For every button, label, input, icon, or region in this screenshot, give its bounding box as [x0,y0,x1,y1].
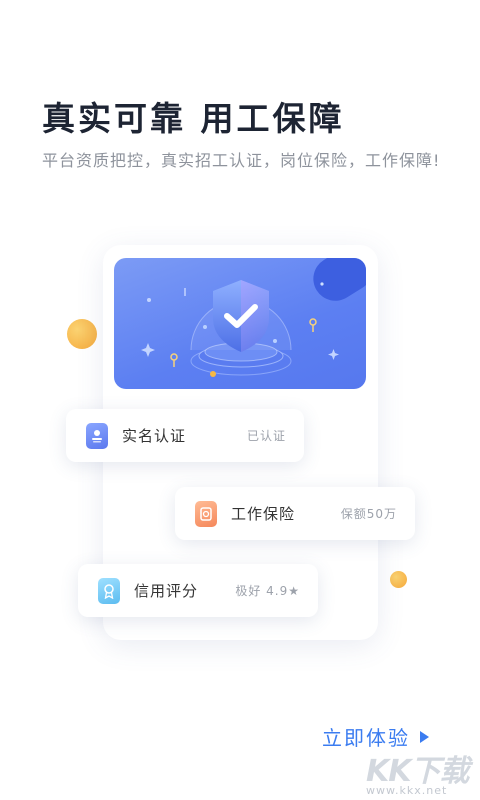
card-work-insurance[interactable]: 工作保险 保额50万 [175,487,415,540]
credit-badge-icon [98,577,120,604]
card-label: 工作保险 [231,505,296,523]
insurance-doc-icon [195,500,217,527]
card-credit-score[interactable]: 信用评分 极好 4.9★ [78,564,318,617]
watermark-url: www.kkx.net [366,784,448,797]
play-arrow-icon [420,730,429,743]
security-banner [114,258,366,389]
page-title: 真实可靠 用工保障 [42,99,345,138]
watermark: KK下载 www.kkx.net [366,746,478,800]
card-value: 保额50万 [340,507,397,521]
id-card-icon [86,422,108,449]
decor-dot-right [390,571,407,588]
card-label: 实名认证 [122,427,187,445]
card-real-name[interactable]: 实名认证 已认证 [66,409,304,462]
shield-check-icon [141,258,366,377]
decor-dot-large [67,319,97,349]
card-label: 信用评分 [134,582,199,600]
card-value: 已认证 [246,429,286,443]
page-subtitle: 平台资质把控，真实招工认证，岗位保险，工作保障! [42,151,441,170]
card-value: 极好 4.9★ [235,584,300,598]
